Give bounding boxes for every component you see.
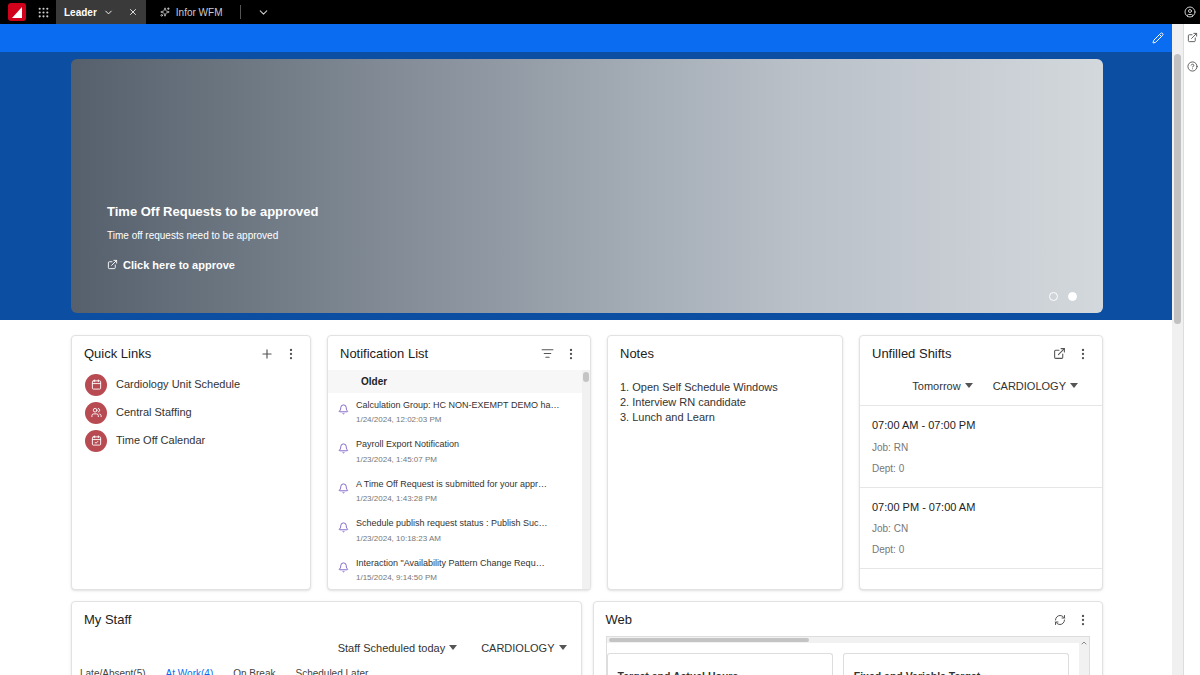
help-icon[interactable] (1187, 61, 1198, 72)
hero-link[interactable]: Click here to approve (107, 257, 1103, 274)
page-scrollbar[interactable] (1172, 24, 1183, 675)
vertical-scrollbar[interactable] (1079, 637, 1089, 675)
main-area: Time Off Requests to be approved Time off… (0, 24, 1172, 675)
hero-subtitle: Time off requests need to be approved (107, 228, 1103, 243)
my-staff-card: My Staff Staff Scheduled today CARDIOLOGY L… (71, 601, 582, 675)
popout-icon[interactable] (1187, 32, 1198, 43)
filter-dropdown[interactable]: CARDIOLOGY (481, 640, 566, 657)
card-header: Web (594, 602, 1103, 636)
card-header: Quick Links (72, 336, 310, 370)
user-icon[interactable] (1184, 6, 1196, 18)
note-line: 3. Lunch and Learn (620, 410, 830, 425)
bell-icon (338, 562, 349, 573)
toolbar (0, 24, 1172, 52)
open-icon[interactable] (1053, 347, 1066, 360)
staff-tab[interactable]: Late/Absent(5) (80, 666, 146, 675)
note-line: 2. Interview RN candidate (620, 395, 830, 410)
hero-title: Time Off Requests to be approved (107, 202, 1103, 222)
notification-item[interactable]: Payroll Export Notification1/23/2024, 1:… (328, 432, 582, 472)
more-icon[interactable] (564, 347, 578, 361)
caret-down-icon (965, 383, 973, 388)
notification-item[interactable]: A Time Off Request is submitted for your… (328, 472, 582, 512)
more-icon[interactable] (1076, 613, 1090, 627)
top-tab[interactable]: Leader (56, 0, 146, 24)
app-icon (160, 7, 170, 17)
notification-item[interactable]: Schedule publish request status : Publis… (328, 511, 582, 551)
notification-card: Notification List OlderCalculation Group:… (327, 335, 591, 590)
add-icon[interactable] (260, 347, 274, 361)
notification-list: OlderCalculation Group: HC NON-EXEMPT DE… (328, 370, 582, 590)
app-grid-icon[interactable] (37, 6, 50, 19)
staff-tab[interactable]: On Break (233, 666, 275, 675)
quick-link[interactable]: Central Staffing (85, 402, 297, 424)
hero-banner: Time Off Requests to be approved Time off… (71, 59, 1103, 313)
filter-dropdown[interactable]: Tomorrow (912, 378, 972, 395)
scroll-up-icon[interactable] (1080, 639, 1088, 647)
shift-row[interactable]: 07:00 AM - 07:00 PMJob: RNDept: 0 (860, 406, 1102, 488)
top-tab[interactable]: Infor WFM (152, 0, 231, 24)
caret-down-icon (1070, 383, 1078, 388)
chevron-down-icon[interactable] (103, 7, 114, 18)
card-title: Notes (620, 344, 654, 364)
card-header: My Staff (72, 602, 581, 636)
notes-card: Notes 1. Open Self Schedule Windows2. Int… (607, 335, 843, 590)
card-title: My Staff (84, 610, 131, 630)
card-header: Notification List (328, 336, 590, 370)
hero-band: Time Off Requests to be approved Time off… (0, 52, 1172, 320)
calendar-check-icon (91, 435, 102, 446)
web-tile[interactable]: Fixed and Variable Target (843, 653, 1069, 675)
caret-down-icon (559, 645, 567, 650)
scrollbar[interactable] (582, 370, 590, 590)
staff-tab[interactable]: Scheduled Later (295, 666, 368, 675)
filter-icon[interactable] (541, 347, 554, 360)
filter-dropdown[interactable]: CARDIOLOGY (993, 378, 1078, 395)
card-title: Notification List (340, 344, 428, 364)
filter-dropdown[interactable]: Staff Scheduled today (338, 640, 457, 657)
bell-icon (338, 483, 349, 494)
card-header: Notes (608, 336, 842, 370)
quick-link[interactable]: Time Off Calendar (85, 430, 297, 452)
horizontal-scrollbar[interactable] (607, 637, 1080, 643)
external-link-icon (107, 259, 118, 270)
notification-item[interactable]: Calculation Group: HC NON-EXEMPT DEMO ha… (328, 393, 582, 433)
bell-icon (338, 443, 349, 454)
more-icon[interactable] (1076, 347, 1090, 361)
bell-icon (338, 522, 349, 533)
card-title: Web (606, 610, 633, 630)
caret-down-icon (449, 645, 457, 650)
shift-row[interactable]: 07:00 PM - 07:00 AMJob: CNDept: 0 (860, 488, 1102, 570)
card-title: Unfilled Shifts (872, 344, 951, 364)
refresh-icon[interactable] (1054, 614, 1066, 626)
app: LeaderInfor WFM Time Off Requests to be a… (0, 0, 1200, 675)
calendar-icon (91, 379, 102, 390)
edit-icon[interactable] (1152, 32, 1164, 44)
carousel-dot[interactable] (1068, 292, 1077, 301)
quick-link[interactable]: Cardiology Unit Schedule (85, 374, 297, 396)
top-bar: LeaderInfor WFM (0, 0, 1200, 24)
card-header: Unfilled Shifts (860, 336, 1102, 370)
bell-icon (338, 404, 349, 415)
carousel-dots (1049, 292, 1077, 301)
card-title: Quick Links (84, 344, 151, 364)
note-line: 1. Open Self Schedule Windows (620, 380, 830, 395)
web-card: Web Target and Actual Hours Fixed and Vari… (593, 601, 1104, 675)
notification-item[interactable]: Interaction "Availability Pattern Change… (328, 551, 582, 591)
more-icon[interactable] (284, 347, 298, 361)
app-logo-icon[interactable] (8, 3, 26, 21)
carousel-dot[interactable] (1049, 292, 1058, 301)
right-rail (1183, 24, 1200, 675)
quick-links-card: Quick Links Cardiology Unit Schedule Centr… (71, 335, 311, 590)
unfilled-shifts-card: Unfilled Shifts Tomorrow CARDIOLOGY 07:00 A… (859, 335, 1103, 590)
notification-group: Older (328, 370, 582, 393)
staff-tab[interactable]: At Work(4) (166, 666, 214, 675)
web-tile[interactable]: Target and Actual Hours (607, 653, 833, 675)
close-icon[interactable] (128, 7, 138, 17)
tabs-menu-icon[interactable] (257, 6, 270, 19)
staff-icon (91, 407, 102, 418)
